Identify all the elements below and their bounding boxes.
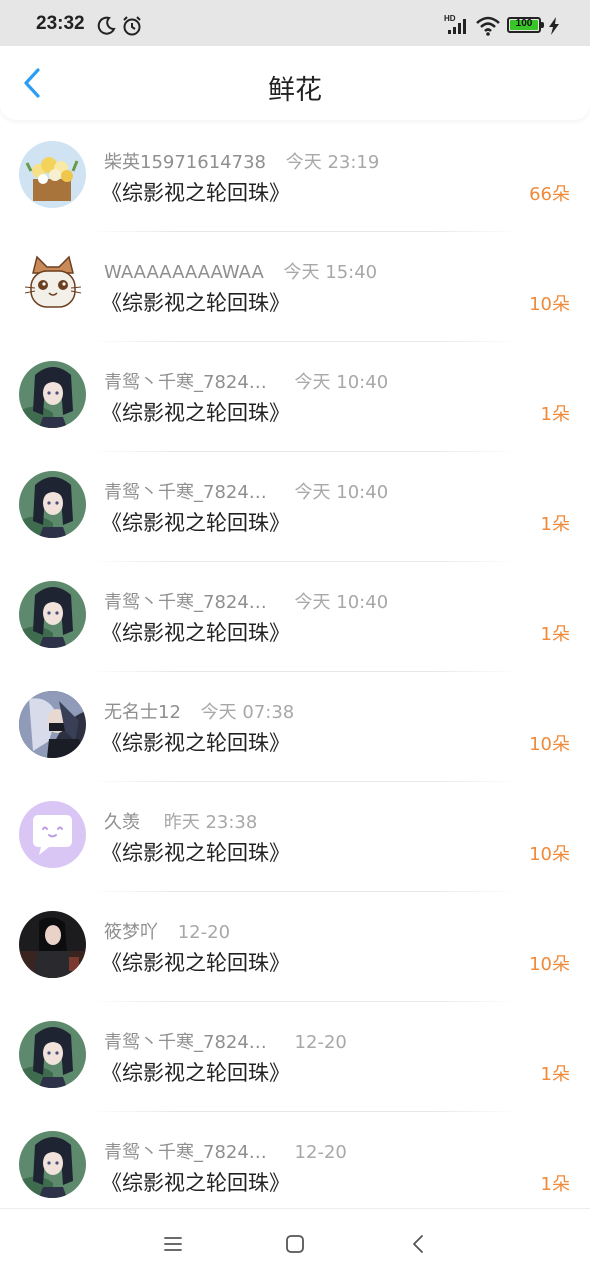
avatar[interactable] [19, 1131, 86, 1198]
book-title: 《综影视之轮回珠》 [101, 951, 290, 975]
sender-line: 青鸳丶千寒_7824… 12-20 [104, 1138, 347, 1163]
avatar[interactable] [19, 471, 86, 538]
avatar[interactable] [19, 361, 86, 428]
back-icon[interactable] [408, 1233, 430, 1255]
system-nav-bar [0, 1208, 590, 1281]
flower-count: 1朵 [540, 404, 570, 425]
book-title: 《综影视之轮回珠》 [101, 511, 290, 535]
flower-count: 10朵 [529, 954, 570, 975]
send-time: 今天 10:40 [294, 482, 389, 503]
page-title: 鲜花 [268, 75, 322, 106]
sender-name: WAAAAAAAAWAA [104, 262, 264, 283]
battery-cap [541, 22, 544, 28]
avatar[interactable] [19, 581, 86, 648]
flower-count: 1朵 [540, 1174, 570, 1195]
avatar[interactable] [19, 141, 86, 208]
sender-line: 青鸳丶千寒_7824… 今天 10:40 [104, 478, 389, 503]
send-time: 昨天 23:38 [163, 812, 258, 833]
battery-icon: 100 [507, 17, 541, 33]
battery-level: 100 [515, 18, 533, 29]
sender-line: 筱梦吖 12-20 [104, 918, 231, 943]
book-title: 《综影视之轮回珠》 [101, 731, 290, 755]
signal-icon [448, 19, 466, 34]
sender-name: 柴英15971614738 [104, 152, 266, 173]
book-title: 《综影视之轮回珠》 [101, 181, 290, 205]
send-time: 12-20 [177, 922, 231, 943]
book-title: 《综影视之轮回珠》 [101, 1061, 290, 1085]
sender-line: 久羡 昨天 23:38 [104, 808, 258, 833]
flower-count: 1朵 [540, 514, 570, 535]
list-item[interactable]: WAAAAAAAAWAA 今天 15:40 《综影视之轮回珠》 10朵 [0, 232, 590, 342]
sender-name: 青鸳丶千寒_7824… [104, 1142, 267, 1163]
send-time: 今天 10:40 [294, 372, 389, 393]
list-item[interactable]: 筱梦吖 12-20 《综影视之轮回珠》 10朵 [0, 892, 590, 1002]
book-title: 《综影视之轮回珠》 [101, 621, 290, 645]
flower-count: 1朵 [540, 624, 570, 645]
avatar[interactable] [19, 1021, 86, 1088]
avatar[interactable] [19, 251, 86, 318]
avatar[interactable] [19, 911, 86, 978]
sender-line: WAAAAAAAAWAA 今天 15:40 [104, 258, 378, 283]
flower-count: 10朵 [529, 844, 570, 865]
home-icon[interactable] [284, 1233, 306, 1255]
send-time: 12-20 [294, 1032, 347, 1053]
sender-name: 青鸳丶千寒_7824… [104, 482, 267, 503]
status-bar: 23:32 HD 100 [0, 0, 590, 46]
book-title: 《综影视之轮回珠》 [101, 841, 290, 865]
alarm-icon [123, 16, 141, 36]
book-title: 《综影视之轮回珠》 [101, 291, 290, 315]
send-time: 今天 10:40 [294, 592, 389, 613]
list-item[interactable]: 青鸳丶千寒_7824… 12-20 《综影视之轮回珠》 1朵 [0, 1002, 590, 1112]
status-time: 23:32 [36, 13, 85, 34]
list-item[interactable]: 青鸳丶千寒_7824… 今天 10:40 《综影视之轮回珠》 1朵 [0, 562, 590, 672]
menu-icon[interactable] [162, 1233, 184, 1255]
send-time: 12-20 [294, 1142, 347, 1163]
list-item[interactable]: 青鸳丶千寒_7824… 今天 10:40 《综影视之轮回珠》 1朵 [0, 452, 590, 562]
flower-count: 10朵 [529, 734, 570, 755]
sender-name: 青鸳丶千寒_7824… [104, 592, 267, 613]
header: 鲜花 [0, 46, 590, 120]
sender-line: 青鸳丶千寒_7824… 今天 10:40 [104, 588, 389, 613]
book-title: 《综影视之轮回珠》 [101, 1171, 290, 1195]
send-time: 今天 07:38 [200, 702, 295, 723]
list-item[interactable]: 青鸳丶千寒_7824… 今天 10:40 《综影视之轮回珠》 1朵 [0, 342, 590, 452]
avatar[interactable] [19, 691, 86, 758]
moon-icon [97, 16, 116, 35]
list-item[interactable]: 柴英15971614738 今天 23:19 《综影视之轮回珠》 66朵 [0, 122, 590, 232]
sender-name: 久羡 [104, 812, 140, 833]
sender-name: 筱梦吖 [104, 922, 158, 943]
sender-name: 青鸳丶千寒_7824… [104, 1032, 267, 1053]
sender-line: 青鸳丶千寒_7824… 12-20 [104, 1028, 347, 1053]
sender-line: 无名士12 今天 07:38 [104, 698, 295, 723]
list-item[interactable]: 无名士12 今天 07:38 《综影视之轮回珠》 10朵 [0, 672, 590, 782]
send-time: 今天 23:19 [285, 152, 380, 173]
list-item[interactable]: 久羡 昨天 23:38 《综影视之轮回珠》 10朵 [0, 782, 590, 892]
charging-icon [549, 17, 559, 35]
sender-line: 青鸳丶千寒_7824… 今天 10:40 [104, 368, 389, 393]
wifi-icon [476, 16, 500, 36]
flower-list: 柴英15971614738 今天 23:19 《综影视之轮回珠》 66朵 WAA… [0, 122, 590, 1222]
send-time: 今天 15:40 [283, 262, 378, 283]
book-title: 《综影视之轮回珠》 [101, 401, 290, 425]
flower-count: 66朵 [529, 184, 570, 205]
flower-count: 1朵 [540, 1064, 570, 1085]
flower-count: 10朵 [529, 294, 570, 315]
sender-name: 无名士12 [104, 702, 181, 723]
sender-line: 柴英15971614738 今天 23:19 [104, 148, 380, 173]
sender-name: 青鸳丶千寒_7824… [104, 372, 267, 393]
list-item[interactable]: 青鸳丶千寒_7824… 12-20 《综影视之轮回珠》 1朵 [0, 1112, 590, 1222]
avatar[interactable] [19, 801, 86, 868]
